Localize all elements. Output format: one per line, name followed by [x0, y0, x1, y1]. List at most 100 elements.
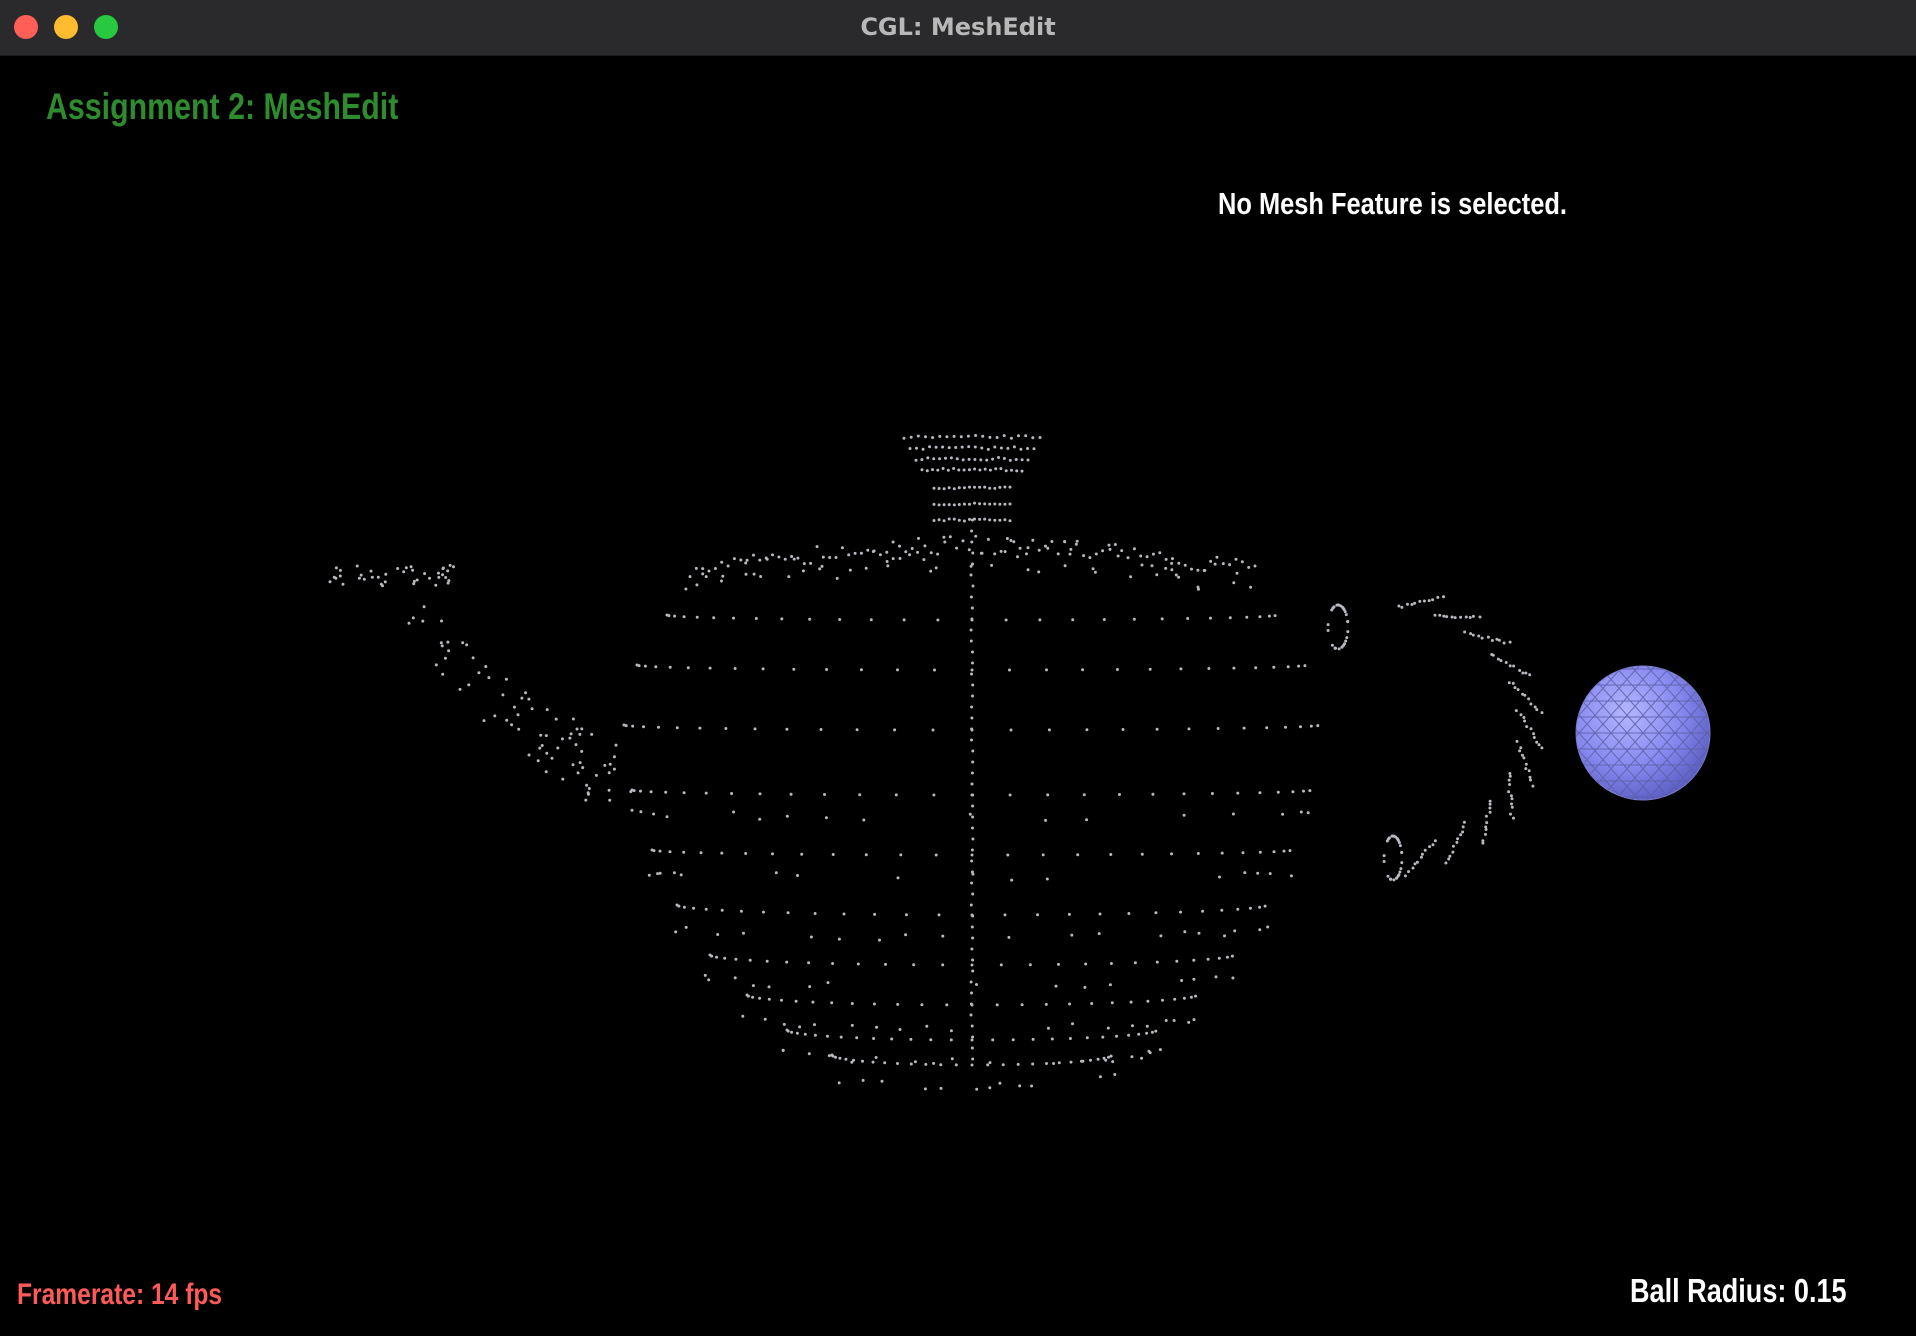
- mesh-vertex[interactable]: [1491, 653, 1495, 657]
- mesh-vertex[interactable]: [1026, 458, 1030, 462]
- mesh-vertex[interactable]: [967, 548, 971, 552]
- mesh-vertex[interactable]: [411, 568, 415, 572]
- mesh-vertex[interactable]: [782, 1022, 786, 1026]
- mesh-vertex[interactable]: [942, 519, 946, 523]
- mesh-vertex[interactable]: [758, 817, 762, 821]
- mesh-vertex[interactable]: [914, 458, 918, 462]
- mesh-vertex[interactable]: [942, 503, 946, 507]
- mesh-vertex[interactable]: [652, 849, 656, 853]
- mesh-vertex[interactable]: [781, 1048, 785, 1052]
- mesh-vertex[interactable]: [581, 766, 585, 770]
- teapot-mesh-vertices[interactable]: [328, 434, 1544, 1091]
- mesh-vertex[interactable]: [1177, 575, 1181, 579]
- mesh-vertex[interactable]: [1484, 828, 1488, 831]
- mesh-vertex[interactable]: [864, 853, 868, 857]
- mesh-vertex[interactable]: [370, 575, 374, 579]
- mesh-vertex[interactable]: [338, 568, 342, 572]
- mesh-vertex[interactable]: [971, 749, 975, 753]
- mesh-vertex[interactable]: [614, 743, 618, 747]
- mesh-vertex[interactable]: [1150, 564, 1154, 568]
- mesh-vertex[interactable]: [1171, 557, 1174, 561]
- mesh-vertex[interactable]: [1037, 548, 1041, 552]
- mesh-vertex[interactable]: [569, 732, 573, 736]
- mesh-vertex[interactable]: [1484, 825, 1488, 829]
- mesh-vertex[interactable]: [1008, 668, 1011, 672]
- mesh-vertex[interactable]: [421, 619, 425, 623]
- mesh-vertex[interactable]: [924, 435, 927, 439]
- mesh-vertex[interactable]: [1150, 1030, 1154, 1034]
- mesh-vertex[interactable]: [1098, 912, 1102, 916]
- mesh-vertex[interactable]: [1140, 563, 1144, 567]
- mesh-vertex[interactable]: [936, 552, 940, 556]
- mesh-vertex[interactable]: [1109, 962, 1113, 965]
- mesh-vertex[interactable]: [1132, 617, 1136, 621]
- mesh-vertex[interactable]: [938, 434, 942, 438]
- mesh-vertex[interactable]: [909, 1062, 913, 1066]
- mesh-vertex[interactable]: [967, 457, 971, 461]
- mesh-vertex[interactable]: [934, 853, 938, 857]
- mesh-vertex[interactable]: [970, 606, 974, 610]
- mesh-vertex[interactable]: [1113, 543, 1117, 546]
- mesh-vertex[interactable]: [969, 639, 973, 643]
- mesh-vertex[interactable]: [1289, 874, 1293, 878]
- mesh-vertex[interactable]: [852, 1058, 855, 1062]
- mesh-vertex[interactable]: [1026, 568, 1030, 572]
- mesh-vertex[interactable]: [630, 808, 634, 812]
- mesh-vertex[interactable]: [1137, 1032, 1141, 1036]
- mesh-vertex[interactable]: [1008, 519, 1012, 523]
- mesh-vertex[interactable]: [444, 576, 448, 579]
- mesh-vertex[interactable]: [917, 536, 920, 540]
- mesh-vertex[interactable]: [1210, 792, 1214, 795]
- mesh-vertex[interactable]: [1436, 595, 1440, 599]
- mesh-vertex[interactable]: [968, 812, 972, 816]
- mesh-vertex[interactable]: [698, 726, 702, 730]
- mesh-vertex[interactable]: [758, 558, 762, 562]
- mesh-vertex[interactable]: [571, 717, 575, 721]
- mesh-vertex[interactable]: [692, 906, 696, 910]
- mesh-vertex[interactable]: [1182, 813, 1186, 817]
- mesh-vertex[interactable]: [1158, 1048, 1162, 1052]
- mesh-vertex[interactable]: [838, 618, 842, 621]
- mesh-vertex[interactable]: [1164, 566, 1168, 570]
- mesh-vertex[interactable]: [1499, 659, 1503, 663]
- mesh-vertex[interactable]: [969, 564, 973, 568]
- mesh-vertex[interactable]: [971, 936, 975, 940]
- mesh-vertex[interactable]: [971, 683, 975, 687]
- mesh-vertex[interactable]: [1478, 615, 1482, 619]
- mesh-vertex[interactable]: [1113, 1073, 1117, 1076]
- mesh-vertex[interactable]: [720, 579, 723, 583]
- mesh-vertex[interactable]: [891, 557, 895, 561]
- mesh-vertex[interactable]: [1456, 837, 1460, 841]
- mesh-vertex[interactable]: [801, 569, 805, 573]
- mesh-vertex[interactable]: [1197, 931, 1201, 935]
- mesh-vertex[interactable]: [811, 1000, 815, 1004]
- mesh-vertex[interactable]: [859, 551, 863, 555]
- mesh-vertex[interactable]: [1448, 854, 1452, 858]
- mesh-vertex[interactable]: [1008, 458, 1012, 462]
- mesh-vertex[interactable]: [540, 744, 544, 747]
- mesh-vertex[interactable]: [807, 1052, 811, 1056]
- mesh-vertex[interactable]: [1529, 727, 1533, 731]
- mesh-vertex[interactable]: [1395, 876, 1398, 880]
- mesh-vertex[interactable]: [886, 564, 890, 568]
- mesh-vertex[interactable]: [1521, 671, 1525, 675]
- mesh-vertex[interactable]: [341, 582, 345, 586]
- mesh-vertex[interactable]: [952, 434, 956, 438]
- mesh-vertex[interactable]: [1511, 681, 1515, 685]
- mesh-vertex[interactable]: [1316, 724, 1320, 728]
- mesh-vertex[interactable]: [1085, 1036, 1089, 1040]
- mesh-vertex[interactable]: [916, 434, 920, 438]
- mesh-vertex[interactable]: [1258, 850, 1262, 854]
- mesh-vertex[interactable]: [1216, 727, 1220, 730]
- mesh-vertex[interactable]: [584, 798, 588, 802]
- mesh-vertex[interactable]: [1507, 681, 1511, 685]
- mesh-vertex[interactable]: [1428, 845, 1432, 849]
- mesh-vertex[interactable]: [1508, 640, 1512, 644]
- mesh-vertex[interactable]: [1337, 647, 1341, 651]
- mesh-vertex[interactable]: [891, 540, 895, 544]
- mesh-vertex[interactable]: [898, 544, 901, 548]
- mesh-vertex[interactable]: [761, 910, 765, 914]
- mesh-vertex[interactable]: [949, 456, 953, 460]
- mesh-vertex[interactable]: [1485, 821, 1489, 825]
- mesh-vertex[interactable]: [861, 1059, 864, 1063]
